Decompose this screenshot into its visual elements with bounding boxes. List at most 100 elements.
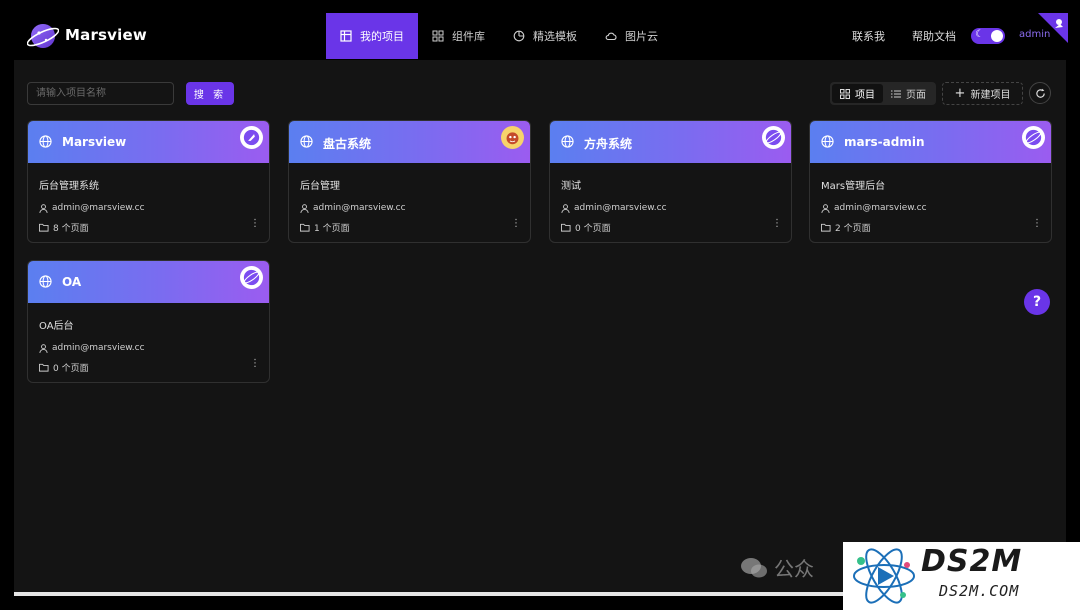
owner-email: admin@marsview.cc [52,343,145,353]
globe-icon [39,135,52,148]
nav-templates[interactable]: 精选模板 [499,13,591,59]
atom-logo-icon [853,548,915,604]
card-title: 盘古系统 [323,137,372,151]
user-icon [300,203,309,213]
view-project-tab[interactable]: 项目 [832,84,883,103]
card-title: OA [62,275,82,289]
card-page-count: 1 个页面 [300,221,350,234]
grid-icon [840,88,850,99]
card-description: 后台管理系统 [39,181,99,192]
user-icon [39,343,48,353]
search-button[interactable]: 搜 索 [186,82,234,105]
wechat-icon [741,557,767,577]
contact-link[interactable]: 联系我 [852,28,885,44]
project-logo-icon [501,126,524,149]
card-description: 测试 [561,181,581,192]
nav-label: 图片云 [625,30,658,43]
view-switcher: 项目 页面 [830,82,936,105]
project-logo-icon [240,266,263,289]
globe-icon [39,275,52,288]
folder-icon [39,223,49,232]
help-button[interactable]: ? [1024,289,1050,315]
nav-components[interactable]: 组件库 [418,13,499,59]
view-page-tab[interactable]: 页面 [883,84,934,103]
card-page-count: 0 个页面 [39,361,89,374]
list-icon [891,90,901,97]
card-description: OA后台 [39,321,74,332]
new-project-button[interactable]: + 新建项目 [942,82,1023,105]
card-page-count: 0 个页面 [561,221,611,234]
owner-email: admin@marsview.cc [574,203,667,213]
more-options-icon[interactable]: ⋮ [250,219,260,229]
card-header: mars-admin [810,121,1051,163]
user-icon [39,203,48,213]
corner-ribbon-icon[interactable] [1038,13,1068,43]
moon-icon: ☾ [975,29,984,40]
folder-icon [561,223,571,232]
card-description: 后台管理 [300,181,340,192]
globe-icon [300,135,313,148]
watermark-brand-sub: DS2M.COM [939,582,1020,600]
watermark-wechat: 公众 [740,553,814,582]
watermark-badge: DS2M DS2M.COM [843,542,1080,610]
layout-icon [340,30,352,42]
nav-label: 我的项目 [360,30,404,43]
refresh-icon [1035,88,1045,98]
card-owner: admin@marsview.cc [39,343,145,353]
nav-my-projects[interactable]: 我的项目 [326,13,418,59]
folder-icon [39,363,49,372]
card-header: 盘古系统 [289,121,530,163]
more-options-icon[interactable]: ⋮ [511,219,521,229]
more-options-icon[interactable]: ⋮ [772,219,782,229]
folder-icon [821,223,831,232]
owner-email: admin@marsview.cc [52,203,145,213]
folder-icon [300,223,310,232]
owner-email: admin@marsview.cc [313,203,406,213]
card-title: 方舟系统 [584,137,633,151]
grid-icon [432,30,444,42]
page-count: 0 个页面 [575,224,611,234]
watermark-wechat-text: 公众 [774,557,814,581]
card-header: OA [28,261,269,303]
main-nav: 我的项目 组件库 精选模板 图片云 [326,13,672,59]
card-header: 方舟系统 [550,121,791,163]
card-owner: admin@marsview.cc [300,203,406,213]
globe-icon [821,135,834,148]
card-header: Marsview [28,121,269,163]
project-card[interactable]: OA OA后台 admin@marsview.cc 0 个页面 ⋮ [27,260,270,383]
project-search-input[interactable] [27,82,174,105]
view-page-label: 页面 [906,90,926,101]
card-title: Marsview [62,135,127,149]
card-owner: admin@marsview.cc [39,203,145,213]
pie-icon [513,30,525,42]
project-logo-icon [1022,126,1045,149]
main-panel: 搜 索 项目 页面 + 新建项目 Marsview 后台管理系统 admin@m… [14,60,1066,596]
page-count: 8 个页面 [53,224,89,234]
more-options-icon[interactable]: ⋮ [250,359,260,369]
more-options-icon[interactable]: ⋮ [1032,219,1042,229]
card-page-count: 8 个页面 [39,221,89,234]
help-docs-link[interactable]: 帮助文档 [912,28,956,44]
card-owner: admin@marsview.cc [561,203,667,213]
project-card[interactable]: 方舟系统 测试 admin@marsview.cc 0 个页面 ⋮ [549,120,792,243]
top-header: Marsview 我的项目 组件库 精选模板 图片云 联系我 帮助文档 ☾ ad… [0,0,1080,60]
project-card[interactable]: Marsview 后台管理系统 admin@marsview.cc 8 个页面 … [27,120,270,243]
page-count: 1 个页面 [314,224,350,234]
card-title: mars-admin [844,135,925,149]
nav-image-cloud[interactable]: 图片云 [591,13,672,59]
project-card[interactable]: mars-admin Mars管理后台 admin@marsview.cc 2 … [809,120,1052,243]
nav-label: 精选模板 [533,30,577,43]
refresh-button[interactable] [1029,82,1051,104]
project-logo-icon [762,126,785,149]
user-icon [821,203,830,213]
page-count: 0 个页面 [53,364,89,374]
marsview-logo-icon[interactable] [27,20,59,52]
project-card[interactable]: 盘古系统 后台管理 admin@marsview.cc 1 个页面 ⋮ [288,120,531,243]
globe-icon [561,135,574,148]
new-project-label: 新建项目 [970,90,1011,101]
view-project-label: 项目 [855,90,875,101]
project-logo-icon [240,126,263,149]
app-title[interactable]: Marsview [65,26,147,44]
page-count: 2 个页面 [835,224,871,234]
theme-toggle[interactable]: ☾ [971,28,1005,44]
